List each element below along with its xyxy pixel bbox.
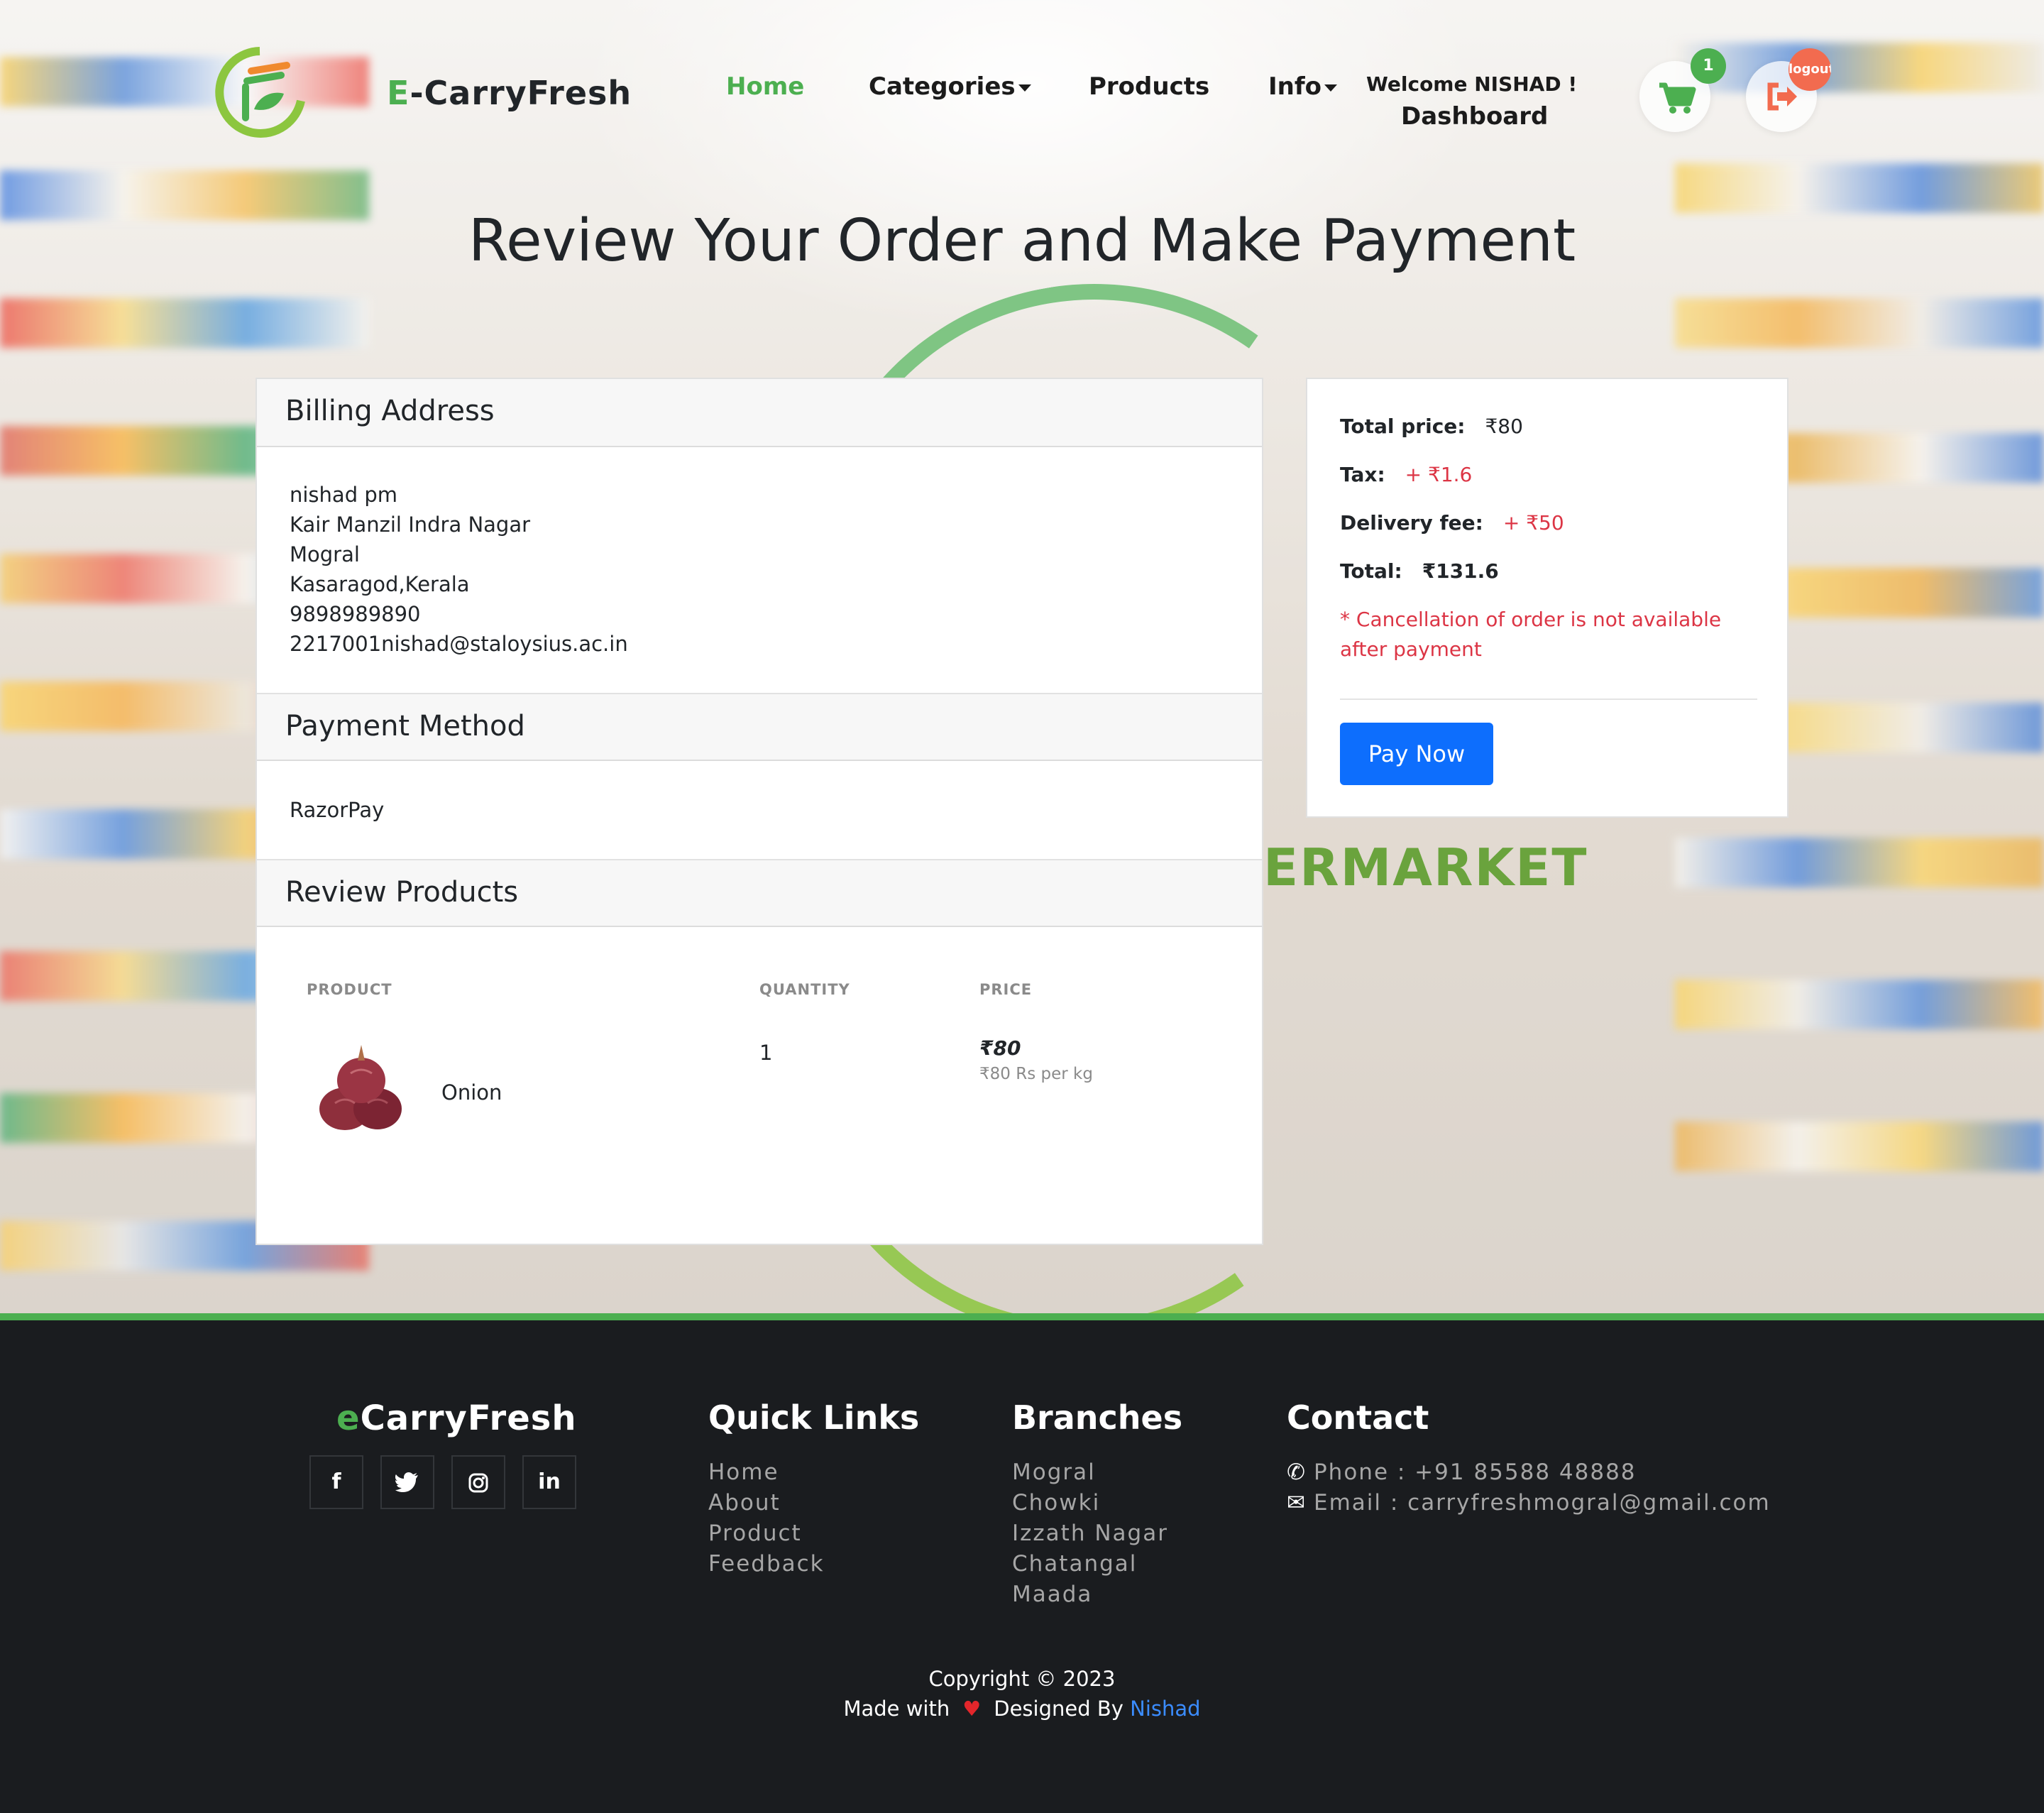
- summary-total-price: Total price: ₹80: [1340, 415, 1523, 438]
- nav-products[interactable]: Products: [1089, 72, 1209, 101]
- site-footer: eCarryFresh f in Quick Links Home About …: [0, 1313, 2044, 1813]
- site-header: E-CarryFresh Home Categories Products In…: [0, 0, 2044, 170]
- onion-product-image: [319, 1045, 402, 1130]
- nav-home[interactable]: Home: [726, 72, 804, 101]
- tax-label: Tax:: [1340, 463, 1385, 486]
- order-details-card: Billing Address nishad pm Kair Manzil In…: [256, 378, 1263, 1245]
- logout-badge[interactable]: logout: [1788, 48, 1831, 91]
- branches-heading: Branches: [1012, 1398, 1183, 1437]
- summary-tax: Tax: + ₹1.6: [1340, 463, 1472, 486]
- summary-divider: [1340, 699, 1757, 700]
- product-quantity: 1: [759, 1041, 773, 1065]
- column-header-price: PRICE: [979, 981, 1033, 998]
- billing-address-line: Kair Manzil Indra Nagar: [290, 513, 531, 537]
- total-value: ₹131.6: [1422, 559, 1499, 583]
- summary-delivery: Delivery fee: + ₹50: [1340, 511, 1564, 535]
- nav-info-label: Info: [1268, 72, 1322, 101]
- footer-link-product[interactable]: Product: [708, 1521, 802, 1546]
- nav-categories[interactable]: Categories: [869, 72, 1031, 101]
- twitter-icon[interactable]: [380, 1455, 434, 1509]
- footer-link-feedback[interactable]: Feedback: [708, 1551, 825, 1577]
- facebook-icon[interactable]: f: [309, 1455, 363, 1509]
- column-header-product: PRODUCT: [307, 981, 392, 998]
- contact-phone-text: Phone : +91 85588 48888: [1313, 1459, 1637, 1485]
- branch-chatangal[interactable]: Chatangal: [1012, 1551, 1137, 1577]
- billing-heading: Billing Address: [285, 395, 495, 427]
- cancellation-note: * Cancellation of order is not available…: [1340, 608, 1722, 661]
- dashboard-link[interactable]: Dashboard: [1401, 102, 1548, 131]
- made-with-line: Made with ♥ Designed By Nishad: [0, 1697, 2044, 1721]
- delivery-label: Delivery fee:: [1340, 511, 1483, 535]
- billing-email: 2217001nishad@staloysius.ac.in: [290, 632, 628, 656]
- delivery-value: + ₹50: [1502, 511, 1564, 535]
- billing-name: nishad pm: [290, 483, 397, 507]
- branch-chowki[interactable]: Chowki: [1012, 1490, 1100, 1516]
- footer-brand-initial: e: [336, 1398, 361, 1438]
- quick-links-heading: Quick Links: [708, 1398, 920, 1437]
- instagram-icon[interactable]: [451, 1455, 505, 1509]
- order-summary-card: Total price: ₹80 Tax: + ₹1.6 Delivery fee:…: [1306, 378, 1788, 818]
- branch-mogral[interactable]: Mogral: [1012, 1459, 1096, 1485]
- branch-izzath-nagar[interactable]: Izzath Nagar: [1012, 1521, 1168, 1546]
- contact-phone[interactable]: ✆ Phone : +91 85588 48888: [1287, 1459, 1637, 1485]
- contact-email[interactable]: ✉ Email : carryfreshmogral@gmail.com: [1287, 1490, 1771, 1516]
- payment-method-value: RazorPay: [290, 798, 385, 822]
- made-with-text: Made with: [843, 1697, 950, 1721]
- linkedin-icon[interactable]: in: [522, 1455, 576, 1509]
- product-price: ₹80: [979, 1036, 1021, 1060]
- billing-header: Billing Address: [257, 379, 1262, 447]
- review-header: Review Products: [257, 859, 1262, 927]
- product-name: Onion: [441, 1080, 502, 1105]
- footer-link-about[interactable]: About: [708, 1490, 781, 1516]
- total-label: Total:: [1340, 559, 1402, 583]
- welcome-message: Welcome NISHAD !: [1366, 72, 1578, 96]
- caret-down-icon: [1324, 84, 1338, 92]
- footer-link-home[interactable]: Home: [708, 1459, 779, 1485]
- footer-brand-rest: CarryFresh: [360, 1398, 577, 1438]
- billing-locality: Mogral: [290, 542, 360, 566]
- brand-initial: E: [387, 74, 410, 112]
- contact-email-text: Email : carryfreshmogral@gmail.com: [1313, 1490, 1771, 1516]
- payment-header: Payment Method: [257, 693, 1262, 761]
- heart-icon: ♥: [962, 1697, 982, 1721]
- billing-phone: 9898989890: [290, 602, 421, 626]
- billing-city-state: Kasaragod,Kerala: [290, 572, 470, 596]
- review-heading: Review Products: [285, 876, 519, 909]
- total-price-value: ₹80: [1485, 415, 1523, 438]
- total-price-label: Total price:: [1340, 415, 1466, 438]
- caret-down-icon: [1018, 84, 1031, 92]
- brand-rest: -CarryFresh: [410, 74, 632, 112]
- branch-maada[interactable]: Maada: [1012, 1582, 1092, 1607]
- nav-categories-label: Categories: [869, 72, 1016, 101]
- nav-info[interactable]: Info: [1268, 72, 1338, 101]
- designed-by-text: Designed By: [994, 1697, 1123, 1721]
- brand-name[interactable]: E-CarryFresh: [387, 74, 632, 112]
- contact-heading: Contact: [1287, 1398, 1429, 1437]
- cart-count-badge: 1: [1691, 48, 1726, 84]
- column-header-quantity: QUANTITY: [759, 981, 850, 998]
- watermark-logo-text: ERMARKET: [1263, 838, 1588, 897]
- page-title: Review Your Order and Make Payment: [468, 207, 1576, 275]
- pay-now-button[interactable]: Pay Now: [1340, 723, 1493, 785]
- product-unit-price: ₹80 Rs per kg: [979, 1065, 1093, 1083]
- envelope-icon: ✉: [1287, 1490, 1307, 1516]
- summary-total: Total: ₹131.6: [1340, 559, 1499, 583]
- copyright-text: Copyright © 2023: [928, 1667, 1116, 1691]
- tax-value: + ₹1.6: [1405, 463, 1473, 486]
- payment-heading: Payment Method: [285, 710, 525, 743]
- brand-logo-icon[interactable]: [210, 44, 309, 143]
- footer-brand[interactable]: eCarryFresh: [336, 1398, 577, 1438]
- author-link[interactable]: Nishad: [1130, 1697, 1200, 1721]
- phone-icon: ✆: [1287, 1459, 1307, 1485]
